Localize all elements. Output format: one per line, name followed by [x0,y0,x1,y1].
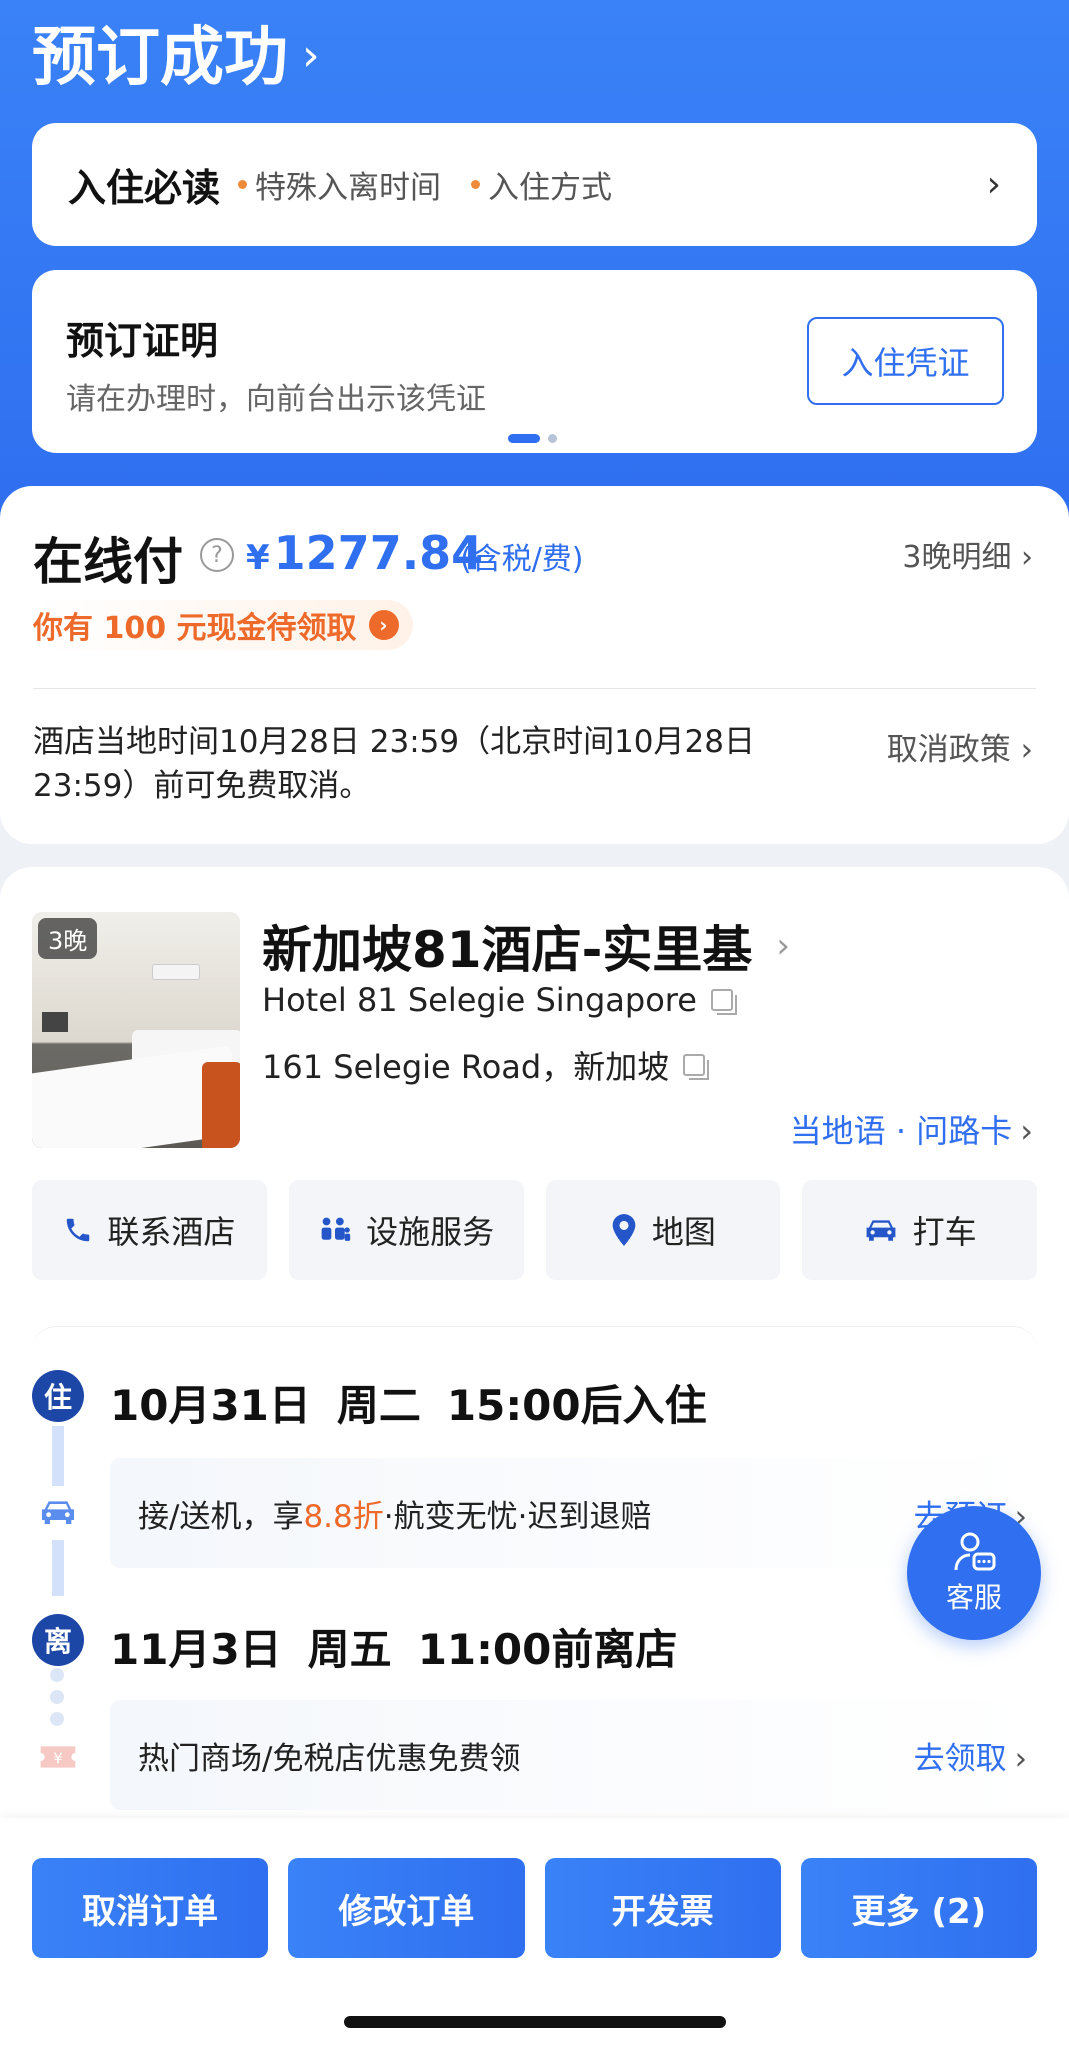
hotel-actions: 联系酒店 设施服务 地图 打车 [32,1180,1037,1280]
cancel-policy-link[interactable]: 取消政策 › [887,724,1033,769]
notice-title: 入住必读 [68,166,221,210]
cash-offer-badge[interactable]: 你有 100 元现金待领取 › [33,600,413,650]
agent-chat-icon [954,1532,996,1571]
map-pin-icon [612,1214,636,1246]
timeline-line [52,1540,64,1596]
coupon-icon: ¥ [40,1746,76,1768]
nights-badge: 3晚 [38,918,98,959]
car-icon [42,1501,74,1524]
price-amount: ¥1277.84 [246,526,484,580]
airport-transfer-promo[interactable]: 接/送机，享8.8折·航变无忧·迟到退赔 去预订› [110,1458,1037,1568]
payment-label: 在线付 [33,533,183,591]
divider [33,688,1036,689]
copy-icon[interactable] [683,1054,710,1080]
contact-hotel-button[interactable]: 联系酒店 [32,1180,267,1280]
mall-coupon-promo[interactable]: 热门商场/免税店优惠免费领 去领取 › [110,1700,1037,1810]
proof-subtitle: 请在办理时，向前台出示该凭证 [66,382,486,417]
svg-text:¥: ¥ [53,1751,62,1768]
notice-tag: 特殊入离时间 [238,162,441,207]
checkin-date: 10月31日 周二 15:00后入住 [110,1381,707,1430]
home-indicator [344,2016,726,2028]
taxi-button[interactable]: 打车 [802,1180,1037,1280]
hotel-photo[interactable]: 3晚 [32,912,240,1148]
car-icon [866,1220,896,1241]
hotel-address: 161 Selegie Road，新加坡 [262,1042,710,1088]
modify-order-button[interactable]: 修改订单 [288,1858,525,1958]
arrow-circle-icon: › [368,610,399,640]
carousel-dot [548,434,557,443]
timeline-dot [50,1712,64,1726]
free-cancel-text: 酒店当地时间10月28日 23:59（北京时间10月28日 23:59）前可免费… [33,724,755,804]
bottom-action-bar: 取消订单 修改订单 开发票 更多 (2) [0,1818,1069,2048]
timeline-dot [50,1668,64,1682]
invoice-button[interactable]: 开发票 [544,1858,781,1958]
facilities-button[interactable]: 设施服务 [288,1180,524,1280]
cancel-order-button[interactable]: 取消订单 [32,1858,269,1958]
timeline-line [52,1426,64,1486]
hotel-name[interactable]: 新加坡81酒店-实里基 › [262,910,790,982]
booking-proof-card: 预订证明 请在办理时，向前台出示该凭证 入住凭证 [32,270,1037,453]
payment-card: 在线付 ? ¥1277.84 (含税/费) 3晚明细 › 你有 100 元现金待… [0,486,1069,844]
orange-dot-icon [471,180,481,189]
phone-icon [67,1218,90,1242]
tax-note: (含税/费) [460,542,584,577]
chevron-right-icon: › [776,926,790,966]
page-title: 预订成功 [32,21,288,95]
checkin-marker: 住 [32,1370,84,1422]
checkout-date: 11月3日 周五 11:00前离店 [110,1625,678,1674]
checkin-voucher-button[interactable]: 入住凭证 [807,317,1004,405]
local-language-card-link[interactable]: 当地语 · 问路卡 › [790,1106,1033,1152]
notice-tag: 入住方式 [471,162,612,207]
more-button[interactable]: 更多 (2) [800,1858,1037,1958]
carousel-dot-active [508,434,540,443]
timeline-dot [50,1690,64,1704]
orange-dot-icon [238,180,248,189]
chevron-right-icon: › [302,29,320,81]
people-icon [321,1217,351,1241]
booking-success-title[interactable]: 预订成功 › [32,6,320,98]
chevron-right-icon: › [986,164,1001,205]
proof-title: 预订证明 [66,319,219,363]
claim-coupon-link[interactable]: 去领取 › [914,1733,1027,1778]
hotel-name-en: Hotel 81 Selegie Singapore [262,981,737,1019]
question-icon[interactable]: ? [200,538,234,572]
checkout-marker: 离 [32,1614,84,1666]
map-button[interactable]: 地图 [545,1180,781,1280]
chevron-right-icon: › [1020,1112,1033,1150]
customer-service-button[interactable]: 客服 [907,1506,1041,1640]
nights-detail-link[interactable]: 3晚明细 › [902,532,1033,576]
checkin-notice-card[interactable]: 入住必读 特殊入离时间 入住方式 › [32,123,1037,246]
carousel-indicator [508,434,557,443]
copy-icon[interactable] [710,989,737,1015]
